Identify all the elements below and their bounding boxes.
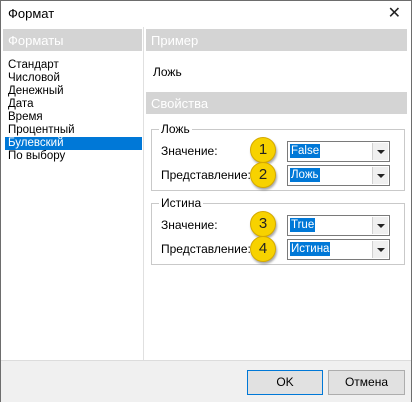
preview-sample: Ложь bbox=[153, 65, 182, 79]
true-repr-combo[interactable]: Истина bbox=[287, 239, 390, 260]
right-panel: Пример Ложь Свойства Ложь Значение: 1 Fa… bbox=[146, 29, 409, 358]
true-value-text: True bbox=[290, 218, 316, 232]
false-group: Ложь Значение: 1 False Представление: 2 … bbox=[151, 122, 405, 191]
format-list-item[interactable]: Время bbox=[5, 111, 142, 124]
true-repr-text: Истина bbox=[290, 242, 331, 256]
formats-header-label: Форматы bbox=[8, 33, 64, 48]
close-icon[interactable]: ✕ bbox=[388, 3, 401, 23]
title-bar: Формат ✕ bbox=[1, 1, 411, 27]
preview-header: Пример bbox=[146, 29, 407, 51]
dialog-body: Форматы Стандарт Числовой Денежный Дата Врем… bbox=[1, 27, 411, 360]
properties-header-label: Свойства bbox=[151, 96, 209, 111]
callout-badge-4: 4 bbox=[250, 236, 276, 262]
format-dialog: Формат ✕ Форматы Стандарт Числовой Денежны… bbox=[0, 0, 412, 402]
false-repr-label: Представление: bbox=[161, 168, 251, 182]
preview-header-label: Пример bbox=[151, 33, 199, 48]
format-list-item[interactable]: Дата bbox=[5, 98, 142, 111]
panel-divider bbox=[143, 27, 144, 360]
format-list-item[interactable]: Процентный bbox=[5, 124, 142, 137]
chevron-down-icon[interactable] bbox=[372, 143, 388, 160]
properties-header: Свойства bbox=[146, 92, 407, 114]
false-value-label: Значение: bbox=[161, 144, 218, 158]
format-list-item[interactable]: Булевский bbox=[5, 137, 142, 150]
format-list-item[interactable]: Числовой bbox=[5, 72, 142, 85]
callout-badge-1: 1 bbox=[250, 137, 276, 163]
callout-badge-3: 3 bbox=[250, 211, 276, 237]
format-list-item[interactable]: Денежный bbox=[5, 85, 142, 98]
false-value-text: False bbox=[290, 144, 321, 158]
callout-badge-2: 2 bbox=[250, 162, 276, 188]
chevron-down-icon[interactable] bbox=[372, 217, 388, 234]
cancel-button[interactable]: Отмена bbox=[328, 370, 405, 395]
false-repr-combo[interactable]: Ложь bbox=[287, 165, 390, 186]
format-list-item[interactable]: По выбору bbox=[5, 150, 142, 163]
false-value-combo[interactable]: False bbox=[287, 141, 390, 162]
true-group-title: Истина bbox=[159, 196, 204, 210]
true-value-label: Значение: bbox=[161, 218, 218, 232]
button-bar: OK Отмена bbox=[1, 360, 411, 402]
formats-panel: Форматы Стандарт Числовой Денежный Дата Врем… bbox=[3, 29, 142, 358]
true-repr-label: Представление: bbox=[161, 242, 251, 256]
true-group: Истина Значение: 3 True Представление: 4… bbox=[151, 196, 405, 265]
formats-header: Форматы bbox=[3, 29, 142, 51]
chevron-down-icon[interactable] bbox=[372, 167, 388, 184]
format-list-item[interactable]: Стандарт bbox=[5, 59, 142, 72]
ok-button[interactable]: OK bbox=[247, 370, 323, 395]
chevron-down-icon[interactable] bbox=[372, 241, 388, 258]
true-value-combo[interactable]: True bbox=[287, 215, 390, 236]
window-title: Формат bbox=[8, 6, 55, 21]
false-repr-text: Ложь bbox=[290, 168, 320, 182]
formats-list: Стандарт Числовой Денежный Дата Время Процент… bbox=[5, 59, 142, 163]
false-group-title: Ложь bbox=[159, 122, 192, 136]
